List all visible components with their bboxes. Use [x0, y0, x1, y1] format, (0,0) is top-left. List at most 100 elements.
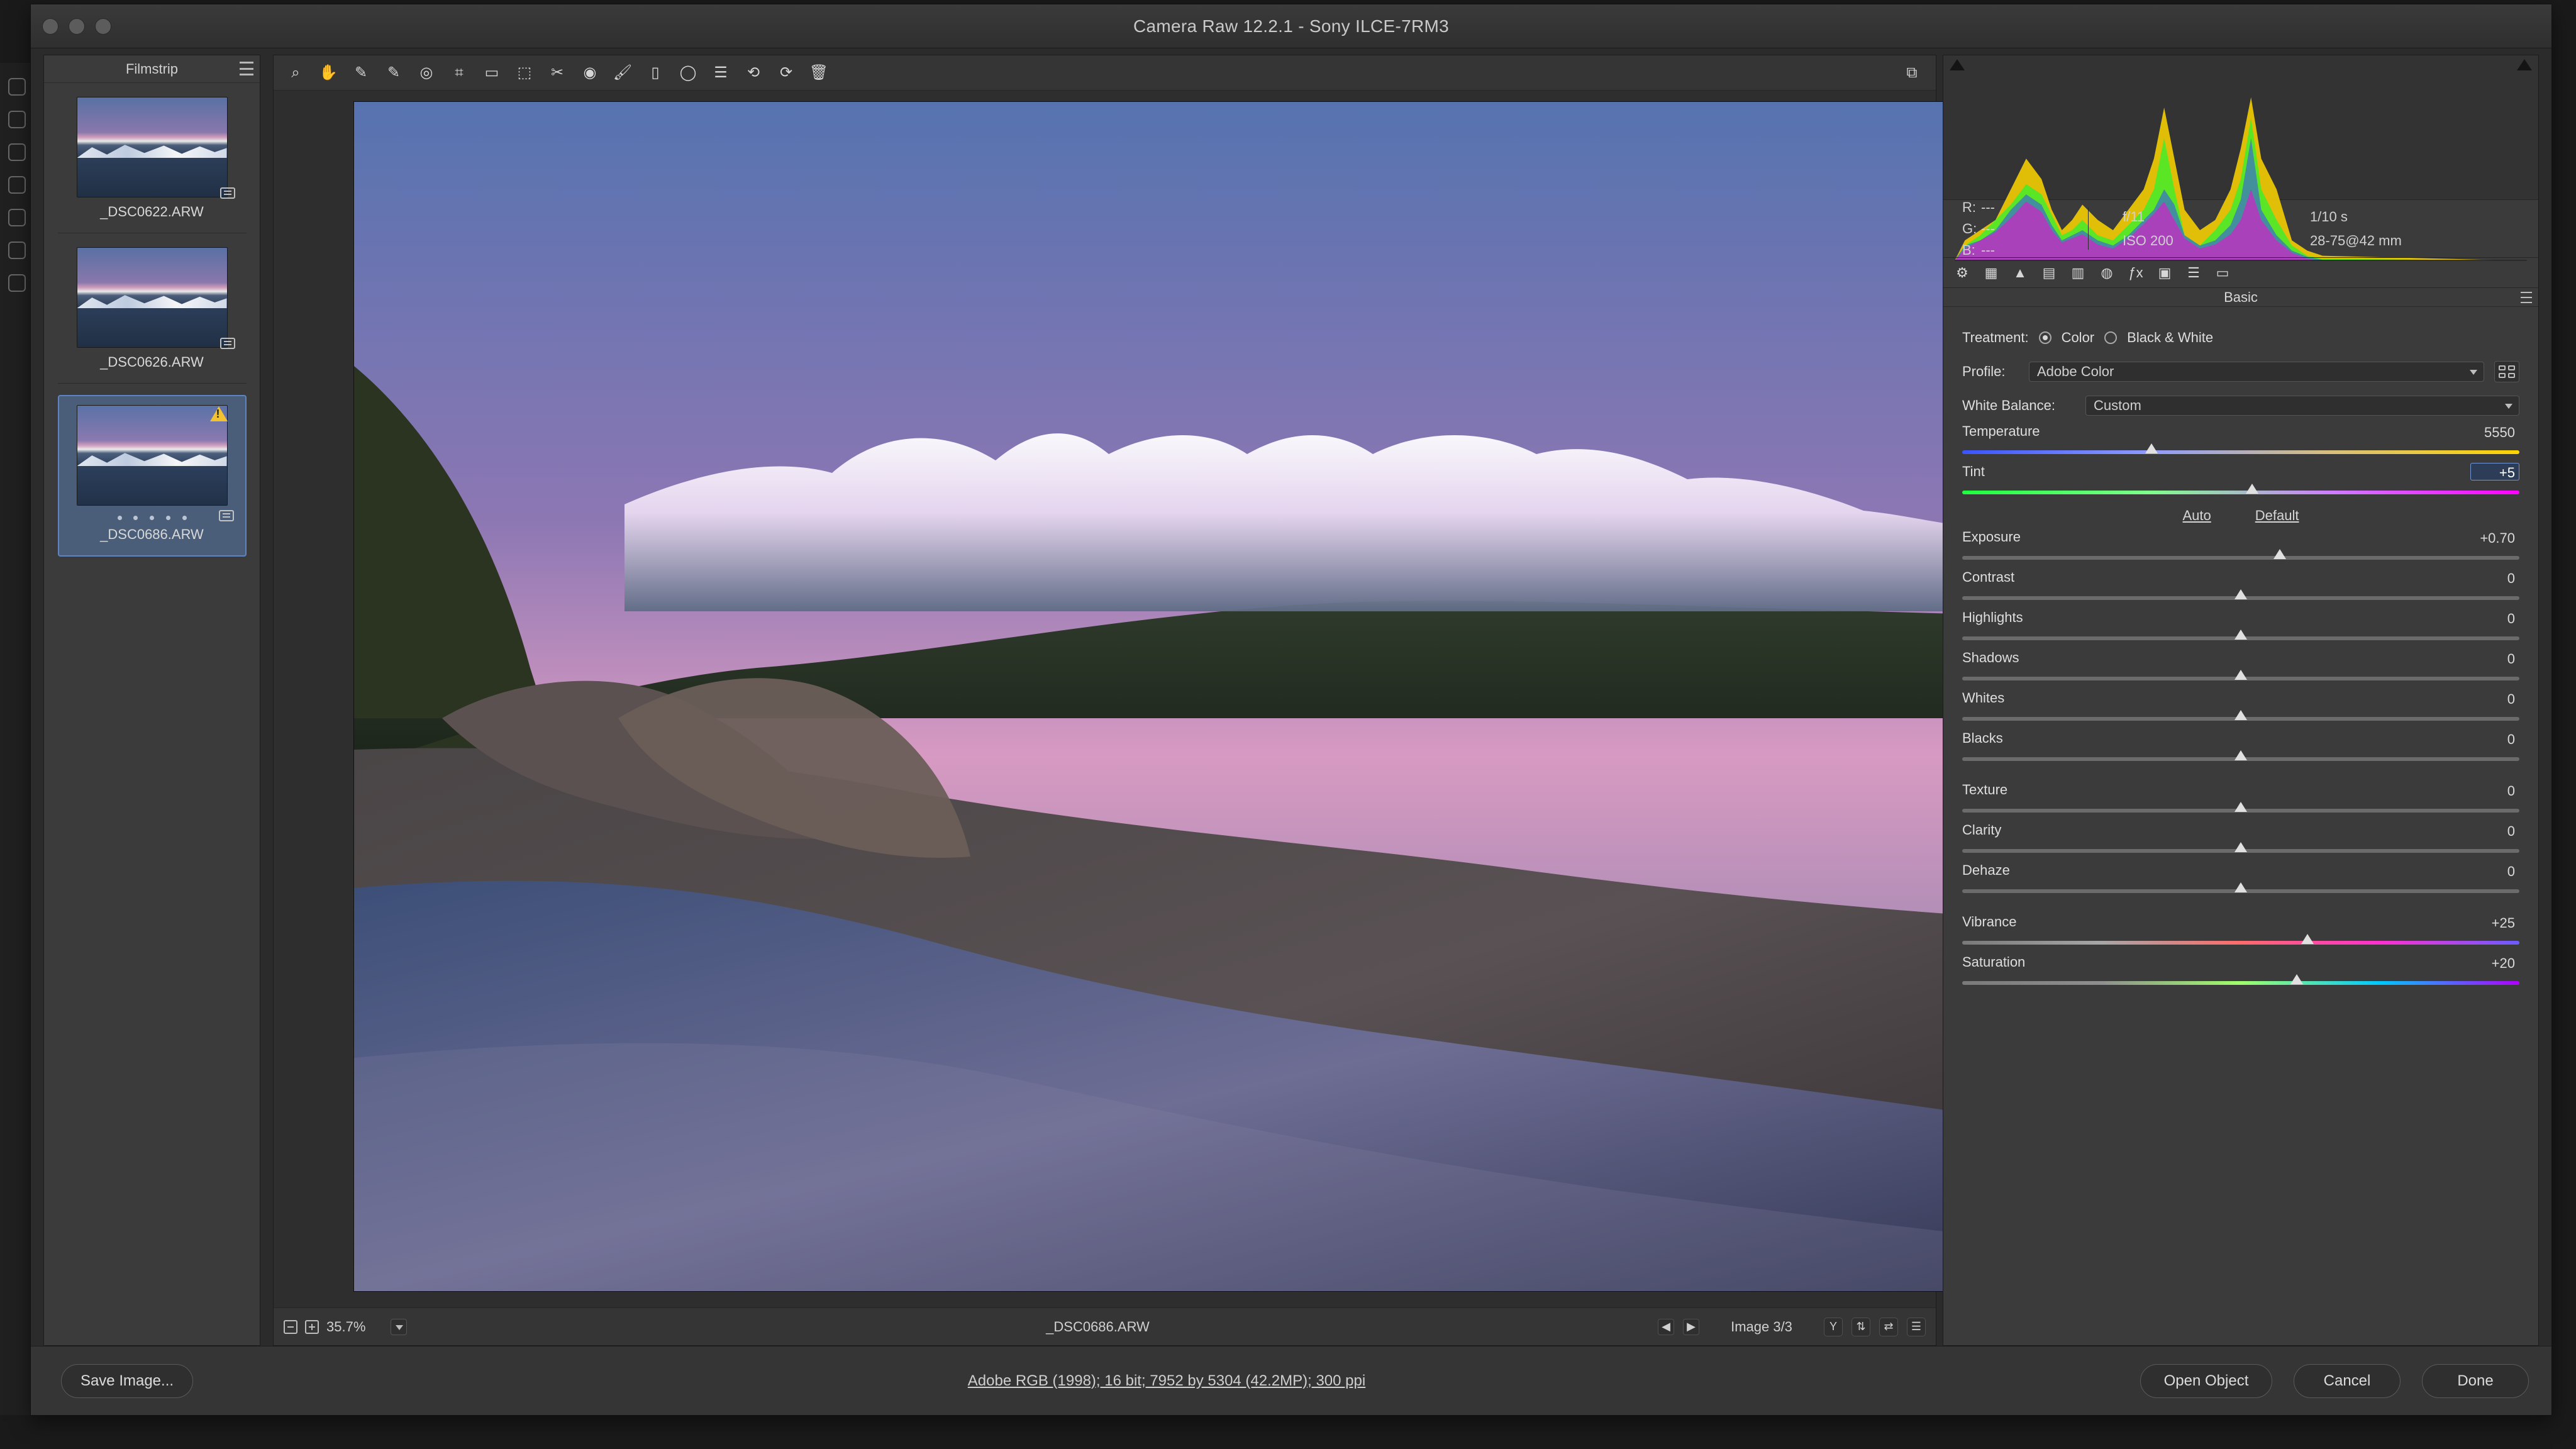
profile-browser-icon[interactable] — [2494, 361, 2519, 382]
zoom-out-button[interactable] — [284, 1319, 297, 1334]
section-menu-icon[interactable] — [2521, 292, 2532, 303]
vibrance-slider[interactable]: Vibrance +25 — [1962, 913, 2519, 953]
preview-image[interactable] — [353, 101, 2140, 1292]
view-settings-icon[interactable]: ☰ — [1907, 1317, 1926, 1336]
filmstrip-item[interactable]: _DSC0622.ARW — [57, 97, 247, 233]
saturation-slider[interactable]: Saturation +20 — [1962, 953, 2519, 994]
open-in-new-window-icon[interactable]: ⧉ — [1899, 62, 1924, 84]
white-balance-dropdown[interactable]: Custom — [2085, 396, 2519, 416]
zoom-in-button[interactable] — [305, 1319, 319, 1334]
redeye-icon[interactable]: ◉ — [579, 62, 601, 84]
snapshots-tab-icon[interactable]: ▭ — [2212, 263, 2233, 283]
treatment-color-radio[interactable] — [2038, 331, 2051, 344]
detail-tab-icon[interactable]: ▲ — [2010, 263, 2030, 283]
zoom-dropdown[interactable] — [391, 1318, 407, 1335]
profile-dropdown[interactable]: Adobe Color — [2029, 362, 2484, 382]
clarity-handle[interactable] — [2235, 842, 2247, 852]
temperature-value[interactable]: 5550 — [2470, 423, 2519, 440]
temperature-track[interactable] — [1962, 450, 2519, 454]
texture-handle[interactable] — [2235, 802, 2247, 812]
exposure-value[interactable]: +0.70 — [2470, 528, 2519, 546]
filmstrip-item-selected[interactable]: _DSC0686.ARW — [57, 395, 247, 557]
host-tool-icon[interactable] — [8, 143, 26, 161]
image-area[interactable] — [274, 91, 2140, 1307]
temperature-slider[interactable]: Temperature 5550 — [1962, 423, 2519, 463]
saturation-track[interactable] — [1962, 981, 2519, 985]
auto-link[interactable]: Auto — [2183, 508, 2211, 524]
color-sampler-icon[interactable]: ✎ — [383, 62, 404, 84]
blacks-slider[interactable]: Blacks 0 — [1962, 730, 2519, 770]
exposure-handle[interactable] — [2273, 549, 2286, 559]
dehaze-value[interactable]: 0 — [2470, 862, 2519, 879]
highlights-handle[interactable] — [2235, 630, 2247, 640]
preferences-icon[interactable]: ☰ — [710, 62, 731, 84]
adjustment-brush-icon[interactable]: 🖌 — [612, 62, 633, 84]
exposure-slider[interactable]: Exposure +0.70 — [1962, 528, 2519, 569]
calibration-tab-icon[interactable]: ▣ — [2155, 263, 2175, 283]
host-tool-icon[interactable] — [8, 242, 26, 259]
zoom-window-button[interactable] — [95, 18, 111, 35]
shadows-handle[interactable] — [2235, 670, 2247, 680]
dehaze-slider[interactable]: Dehaze 0 — [1962, 862, 2519, 902]
target-adjust-icon[interactable]: ◎ — [416, 62, 437, 84]
rotate-left-icon[interactable]: ⟲ — [743, 62, 764, 84]
clarity-value[interactable]: 0 — [2470, 821, 2519, 839]
zoom-icon[interactable]: ⌕ — [285, 62, 306, 84]
spot-removal-icon[interactable]: ✂ — [547, 62, 568, 84]
clarity-slider[interactable]: Clarity 0 — [1962, 821, 2519, 862]
crop-icon[interactable]: ⌗ — [448, 62, 470, 84]
whites-handle[interactable] — [2235, 710, 2247, 720]
straighten-icon[interactable]: ▭ — [481, 62, 502, 84]
host-tool-icon[interactable] — [8, 176, 26, 194]
swap-settings-icon[interactable]: ⇄ — [1879, 1317, 1898, 1336]
basic-tab-icon[interactable]: ⚙ — [1952, 263, 1972, 283]
highlights-value[interactable]: 0 — [2470, 609, 2519, 626]
workflow-options-link[interactable]: Adobe RGB (1998); 16 bit; 7952 by 5304 (… — [193, 1372, 2140, 1390]
contrast-value[interactable]: 0 — [2470, 569, 2519, 586]
host-tool-icon[interactable] — [8, 78, 26, 96]
minimize-window-button[interactable] — [69, 18, 85, 35]
temperature-handle[interactable] — [2145, 443, 2158, 453]
tint-handle[interactable] — [2246, 484, 2258, 494]
texture-slider[interactable]: Texture 0 — [1962, 781, 2519, 821]
rating-dots[interactable] — [117, 516, 187, 520]
previous-image-button[interactable]: ◀ — [1658, 1318, 1674, 1335]
shadows-value[interactable]: 0 — [2470, 649, 2519, 667]
open-object-button[interactable]: Open Object — [2140, 1363, 2272, 1398]
tone-curve-tab-icon[interactable]: ▦ — [1981, 263, 2001, 283]
white-balance-icon[interactable]: ✎ — [350, 62, 372, 84]
trash-icon[interactable]: 🗑 — [808, 62, 830, 84]
lens-tab-icon[interactable]: ◍ — [2097, 263, 2117, 283]
split-toning-tab-icon[interactable]: ▥ — [2068, 263, 2088, 283]
host-tool-icon[interactable] — [8, 274, 26, 292]
save-image-button[interactable]: Save Image... — [61, 1363, 193, 1398]
treatment-bw-radio[interactable] — [2104, 331, 2118, 344]
toggle-preview-icon[interactable]: ⇅ — [1852, 1317, 1870, 1336]
whites-value[interactable]: 0 — [2470, 689, 2519, 707]
next-image-button[interactable]: ▶ — [1683, 1318, 1699, 1335]
tint-slider[interactable]: Tint +5 — [1962, 463, 2519, 503]
vibrance-value[interactable]: +25 — [2470, 913, 2519, 931]
host-tool-icon[interactable] — [8, 209, 26, 226]
hsl-tab-icon[interactable]: ▤ — [2039, 263, 2059, 283]
default-link[interactable]: Default — [2255, 508, 2299, 524]
vibrance-track[interactable] — [1962, 941, 2519, 945]
presets-tab-icon[interactable]: ☰ — [2184, 263, 2204, 283]
tint-track[interactable] — [1962, 491, 2519, 494]
shadows-slider[interactable]: Shadows 0 — [1962, 649, 2519, 689]
blacks-handle[interactable] — [2235, 750, 2247, 760]
blacks-value[interactable]: 0 — [2470, 730, 2519, 747]
hand-icon[interactable]: ✋ — [318, 62, 339, 84]
saturation-handle[interactable] — [2290, 974, 2303, 984]
before-after-icon[interactable]: Y — [1824, 1317, 1843, 1336]
filmstrip-menu-icon[interactable] — [240, 62, 253, 75]
contrast-handle[interactable] — [2235, 589, 2247, 599]
cancel-button[interactable]: Cancel — [2294, 1363, 2401, 1398]
filmstrip-item[interactable]: _DSC0626.ARW — [57, 247, 247, 384]
effects-tab-icon[interactable]: ƒx — [2126, 263, 2146, 283]
graduated-filter-icon[interactable]: ▯ — [645, 62, 666, 84]
exposure-track[interactable] — [1962, 556, 2519, 560]
dehaze-handle[interactable] — [2235, 882, 2247, 892]
host-tool-icon[interactable] — [8, 111, 26, 128]
close-window-button[interactable] — [42, 18, 58, 35]
